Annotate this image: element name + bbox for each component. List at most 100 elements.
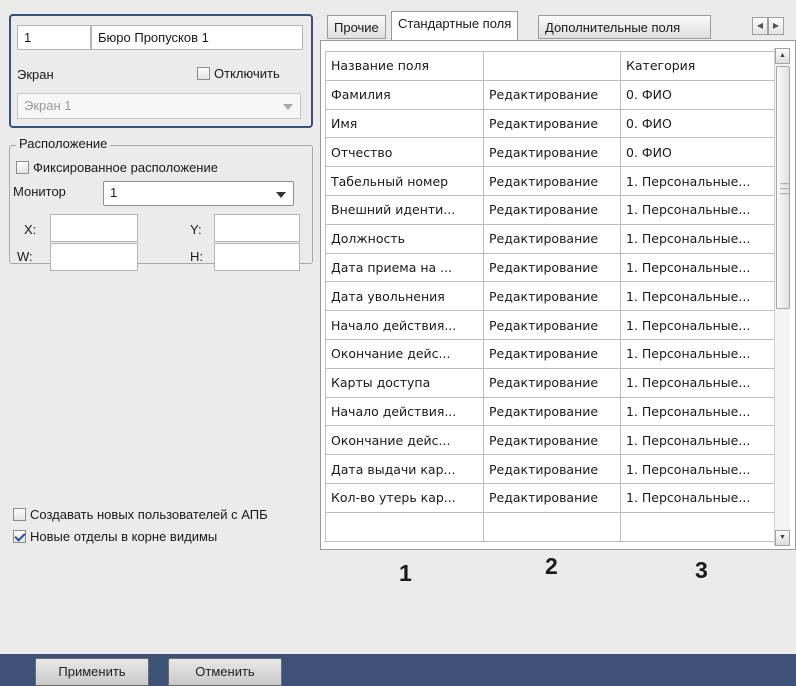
fixed-location-checkbox[interactable]: Фиксированное расположение <box>16 160 218 175</box>
table-cell[interactable]: Редактирование <box>483 338 621 369</box>
h-label: H: <box>190 249 203 264</box>
table-row[interactable]: Дата выдачи кар... Редактирование 1. Персо… <box>325 454 775 484</box>
triangle-left-icon[interactable]: ◀ <box>752 17 768 35</box>
grid-vertical-scrollbar[interactable]: ▲ — — — ▼ <box>774 48 790 546</box>
create-users-checkbox-box[interactable] <box>13 508 26 521</box>
table-cell[interactable]: Кол-во утерь кар... <box>325 482 484 513</box>
h-input[interactable] <box>214 243 300 271</box>
monitor-select[interactable]: 1 <box>103 181 294 206</box>
table-cell[interactable]: Карты доступа <box>325 367 484 398</box>
table-row[interactable]: Начало действия... Редактирование 1. Персо… <box>325 396 775 427</box>
table-cell[interactable]: 0. ФИО <box>620 137 775 168</box>
table-row[interactable]: Карты доступа Редактирование 1. Персональн… <box>325 367 775 398</box>
id-field[interactable]: 1 <box>17 25 91 50</box>
table-row[interactable]: Внешний иденти... Редактирование 1. Персон… <box>325 194 775 225</box>
table-cell[interactable] <box>325 511 484 542</box>
table-row[interactable]: Отчество Редактирование 0. ФИО <box>325 137 775 168</box>
table-cell[interactable]: Окончание дейс... <box>325 425 484 456</box>
scrollbar-thumb[interactable]: — — — <box>776 66 790 309</box>
fixed-location-checkbox-box[interactable] <box>16 161 29 174</box>
table-cell[interactable]: 1. Персональные... <box>620 281 775 312</box>
table-cell[interactable]: Дата приема на ... <box>325 252 484 283</box>
table-cell[interactable]: 1. Персональные... <box>620 454 775 484</box>
chevron-down-icon <box>283 104 293 110</box>
x-input[interactable] <box>50 214 138 242</box>
table-row[interactable]: Кол-во утерь кар... Редактирование 1. Перс… <box>325 482 775 513</box>
table-cell[interactable]: Редактирование <box>483 281 621 312</box>
table-cell[interactable]: 1. Персональные... <box>620 223 775 254</box>
table-cell[interactable]: Редактирование <box>483 223 621 254</box>
table-cell[interactable]: 0. ФИО <box>620 108 775 139</box>
table-cell[interactable]: Редактирование <box>483 367 621 398</box>
table-cell[interactable]: Дата выдачи кар... <box>325 454 484 484</box>
table-cell[interactable]: Редактирование <box>483 79 621 110</box>
table-row[interactable]: Дата увольнения Редактирование 1. Персонал… <box>325 281 775 312</box>
table-cell[interactable]: Внешний иденти... <box>325 194 484 225</box>
table-row[interactable]: Фамилия Редактирование 0. ФИО <box>325 79 775 110</box>
table-cell[interactable]: Фамилия <box>325 79 484 110</box>
table-cell[interactable]: Дата увольнения <box>325 281 484 312</box>
table-cell[interactable]: Имя <box>325 108 484 139</box>
table-cell[interactable]: Табельный номер <box>325 166 484 196</box>
w-input[interactable] <box>50 243 138 271</box>
column-header: Категория <box>620 51 775 81</box>
triangle-down-icon[interactable]: ▼ <box>775 530 790 546</box>
y-input[interactable] <box>214 214 300 242</box>
table-cell[interactable]: Начало действия... <box>325 396 484 427</box>
create-users-checkbox[interactable]: Создавать новых пользователей с АПБ <box>13 507 268 522</box>
table-row[interactable]: Окончание дейс... Редактирование 1. Персон… <box>325 425 775 456</box>
table-cell[interactable]: 1. Персональные... <box>620 166 775 196</box>
cancel-button[interactable]: Отменить <box>168 658 282 686</box>
table-cell[interactable]: Редактирование <box>483 137 621 168</box>
table-cell[interactable]: Редактирование <box>483 194 621 225</box>
table-cell[interactable] <box>483 511 621 542</box>
table-cell[interactable]: Отчество <box>325 137 484 168</box>
table-cell[interactable]: 1. Персональные... <box>620 194 775 225</box>
table-cell[interactable]: Должность <box>325 223 484 254</box>
table-cell[interactable]: Редактирование <box>483 454 621 484</box>
table-cell[interactable]: Редактирование <box>483 108 621 139</box>
table-cell[interactable]: 0. ФИО <box>620 79 775 110</box>
table-cell[interactable]: Редактирование <box>483 310 621 340</box>
apply-button[interactable]: Применить <box>35 658 149 686</box>
disable-checkbox[interactable]: Отключить <box>197 66 280 81</box>
table-cell[interactable]: Редактирование <box>483 482 621 513</box>
create-users-label: Создавать новых пользователей с АПБ <box>30 507 268 522</box>
table-cell[interactable]: 1. Персональные... <box>620 310 775 340</box>
fields-grid: Название поля Категория Фамилия Редактирова… <box>320 40 796 550</box>
fixed-location-label: Фиксированное расположение <box>33 160 218 175</box>
tab-additional-fields[interactable]: Дополнительные поля <box>538 15 711 39</box>
root-depts-checkbox[interactable]: Новые отделы в корне видимы <box>13 529 217 544</box>
table-row[interactable]: Имя Редактирование 0. ФИО <box>325 108 775 139</box>
triangle-up-icon[interactable]: ▲ <box>775 48 790 64</box>
root-depts-checkbox-box[interactable] <box>13 530 26 543</box>
disable-checkbox-box[interactable] <box>197 67 210 80</box>
tab-standard-fields[interactable]: Стандартные поля <box>391 11 519 40</box>
table-cell[interactable]: 1. Персональные... <box>620 482 775 513</box>
table-row[interactable]: Начало действия... Редактирование 1. Персо… <box>325 310 775 340</box>
table-cell[interactable]: 1. Персональные... <box>620 252 775 283</box>
callout-3: 3 <box>695 557 708 583</box>
table-row[interactable]: Табельный номер Редактирование 1. Персонал… <box>325 166 775 196</box>
table-cell[interactable]: Редактирование <box>483 425 621 456</box>
table-cell[interactable]: 1. Персональные... <box>620 367 775 398</box>
table-cell[interactable]: 1. Персональные... <box>620 338 775 369</box>
name-field[interactable]: Бюро Пропусков 1 <box>91 25 303 50</box>
table-cell[interactable]: Редактирование <box>483 252 621 283</box>
table-cell[interactable]: Редактирование <box>483 396 621 427</box>
screen-select: Экран 1 <box>17 93 301 119</box>
triangle-right-icon[interactable]: ▶ <box>768 17 784 35</box>
table-cell[interactable]: 1. Персональные... <box>620 425 775 456</box>
table-cell[interactable]: Начало действия... <box>325 310 484 340</box>
table-cell[interactable]: Редактирование <box>483 166 621 196</box>
tab-other[interactable]: Прочие <box>327 15 386 39</box>
table-row[interactable]: Дата приема на ... Редактирование 1. Персо… <box>325 252 775 283</box>
table-cell[interactable]: Окончание дейс... <box>325 338 484 369</box>
table-row[interactable] <box>325 511 775 542</box>
table-cell[interactable] <box>620 511 775 542</box>
table-row[interactable]: Окончание дейс... Редактирование 1. Персон… <box>325 338 775 369</box>
callout-2: 2 <box>545 553 558 579</box>
screen-select-value: Экран 1 <box>24 98 72 113</box>
table-row[interactable]: Должность Редактирование 1. Персональные..… <box>325 223 775 254</box>
table-cell[interactable]: 1. Персональные... <box>620 396 775 427</box>
